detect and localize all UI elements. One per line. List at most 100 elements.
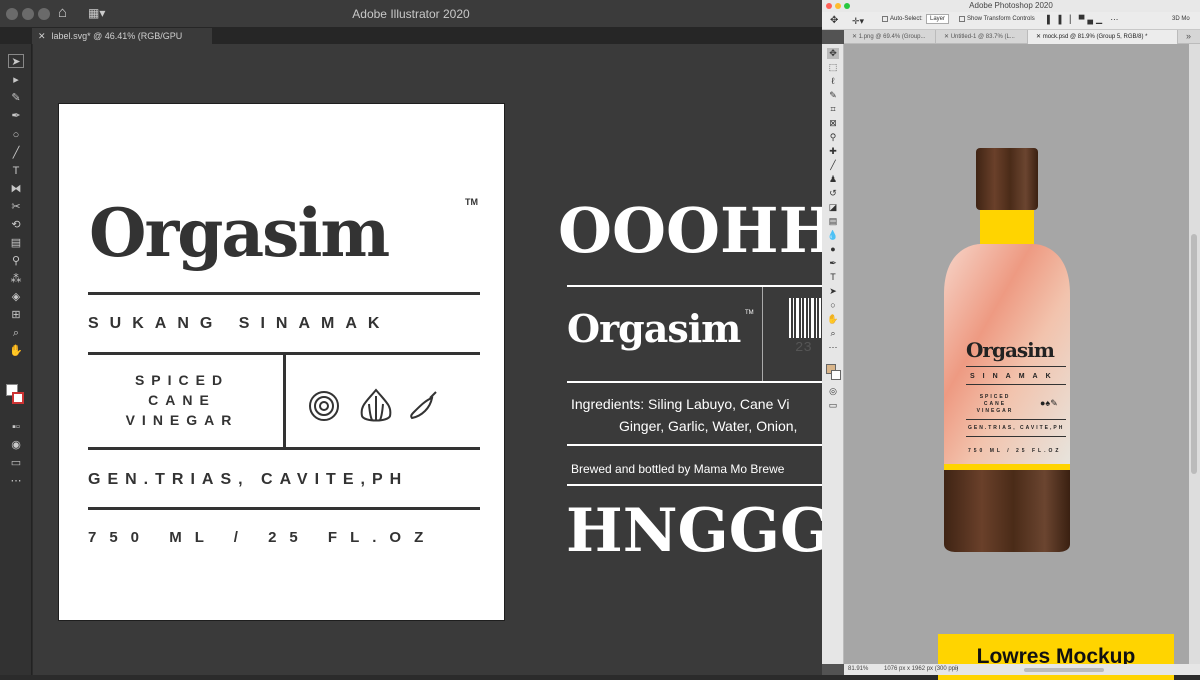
pen-tool-icon[interactable]: ✒ bbox=[827, 258, 839, 269]
hand-tool-icon[interactable]: ✋ bbox=[827, 314, 839, 325]
zoom-tool-icon[interactable]: ⌕ bbox=[827, 328, 839, 339]
quick-select-tool-icon[interactable]: ✎ bbox=[827, 90, 839, 101]
bottle-yellow-stripe bbox=[944, 464, 1070, 470]
window-title: Adobe Illustrator 2020 bbox=[352, 7, 470, 21]
divider bbox=[567, 444, 822, 446]
shape-builder-tool-icon[interactable]: ◈ bbox=[8, 290, 24, 304]
bottle-product-3: VINEGAR bbox=[976, 408, 1014, 414]
auto-select-checkbox[interactable] bbox=[882, 16, 888, 22]
divider bbox=[567, 285, 822, 287]
artboard-tool-icon[interactable]: ⊞ bbox=[8, 308, 24, 322]
auto-select-dropdown[interactable]: Layer bbox=[926, 14, 950, 24]
brush-tool-icon[interactable]: ╱ bbox=[8, 146, 24, 160]
vertical-scrollbar[interactable] bbox=[1189, 44, 1200, 664]
illustrator-titlebar: ⌂ ▦▾ Adobe Illustrator 2020 bbox=[0, 0, 822, 28]
reflect-tool-icon[interactable]: ⧓ bbox=[8, 182, 24, 196]
close-tab-icon[interactable]: ✕ bbox=[38, 31, 46, 41]
eyedropper-tool-icon[interactable]: ⚲ bbox=[827, 132, 839, 143]
more-tools-icon[interactable]: ⋯ bbox=[8, 474, 24, 488]
options-bar: ✥ ✛▾ Auto-Select: Layer Show Transform C… bbox=[822, 12, 1200, 30]
bottle-origin: GEN.TRIAS, CAVITE,PH bbox=[968, 425, 1065, 431]
eyedropper-tool-icon[interactable]: ⚲ bbox=[8, 254, 24, 268]
free-transform-tool-icon[interactable]: ⟲ bbox=[8, 218, 24, 232]
transform-controls-label: Show Transform Controls bbox=[967, 16, 1035, 22]
bottle-base bbox=[944, 470, 1070, 552]
gradient-tool-icon[interactable]: ▤ bbox=[827, 216, 839, 227]
auto-select-label: Auto-Select: bbox=[890, 16, 923, 22]
zoom-tool-icon[interactable]: ⌕ bbox=[8, 326, 24, 340]
move-tool-icon[interactable]: ✥ bbox=[827, 48, 839, 59]
background-color-swatch[interactable] bbox=[831, 370, 841, 380]
zoom-level[interactable]: 81.91% bbox=[848, 664, 868, 675]
eraser-tool-icon[interactable]: ◪ bbox=[827, 202, 839, 213]
divider bbox=[966, 366, 1066, 367]
symbol-sprayer-tool-icon[interactable]: ⁂ bbox=[8, 272, 24, 286]
status-menu-icon[interactable]: › bbox=[956, 664, 958, 675]
photoshop-canvas[interactable]: Orgasim SINAMAK SPICED CANE VINEGAR ●♠✎ … bbox=[844, 44, 1189, 680]
illustrator-canvas[interactable]: Orgasim TM SUKANG SINAMAK SPICED CANE VI… bbox=[33, 44, 822, 675]
color-mode-icon[interactable]: ▪▫ bbox=[8, 420, 24, 434]
history-brush-icon[interactable]: ↺ bbox=[827, 188, 839, 199]
gradient-tool-icon[interactable]: ▤ bbox=[8, 236, 24, 250]
tab-overflow-icon[interactable]: » bbox=[1186, 31, 1191, 41]
tab-mock-psd[interactable]: ✕ mock.psd @ 81.9% (Group 5, RGB/8) * bbox=[1028, 30, 1178, 44]
lasso-tool-icon[interactable]: ℓ bbox=[827, 76, 839, 87]
tab-untitled-1[interactable]: ✕ Untitled-1 @ 83.7% (L... bbox=[936, 30, 1028, 44]
shape-tool-icon[interactable]: ○ bbox=[827, 300, 839, 311]
divider bbox=[88, 507, 480, 510]
back-label-artboard[interactable]: OOOHH Orgasim TM 23 Ingredients: Siling … bbox=[533, 44, 822, 675]
screen-mode-icon[interactable]: ▭ bbox=[827, 400, 839, 411]
divider bbox=[966, 419, 1066, 420]
curvature-tool-icon[interactable]: ✎ bbox=[8, 91, 24, 105]
document-tab[interactable]: ✕label.svg* @ 46.41% (RGB/GPU Preview) bbox=[32, 28, 212, 57]
tab-1png[interactable]: ✕ 1.png @ 69.4% (Group... bbox=[844, 30, 936, 44]
scrollbar-thumb[interactable] bbox=[1191, 234, 1197, 474]
close-tab-icon[interactable]: ✕ bbox=[852, 34, 859, 40]
align-icons[interactable]: ▌▐▕ ▀▄▁ ⋯ bbox=[1047, 15, 1121, 24]
product-line-2: CANE bbox=[148, 392, 216, 408]
more-tools-icon[interactable]: ⋯ bbox=[827, 342, 839, 353]
bottle-neck-band bbox=[980, 210, 1034, 244]
hand-tool-icon[interactable]: ✋ bbox=[8, 344, 24, 358]
type-tool-icon[interactable]: T bbox=[8, 164, 24, 178]
document-size: 1076 px x 1962 px (300 ppi) bbox=[884, 666, 959, 672]
ps-tools-panel: ✥ ⬚ ℓ ✎ ⌗ ⊠ ⚲ ✚ ╱ ♟ ↺ ◪ ▤ 💧 ● ✒ T ➤ ○ ✋ … bbox=[822, 44, 844, 664]
document-tabs: ✕ 1.png @ 69.4% (Group... ✕ Untitled-1 @… bbox=[844, 30, 1200, 44]
pen-tool-icon[interactable]: ✒ bbox=[8, 109, 24, 123]
horizontal-scrollbar[interactable] bbox=[1024, 668, 1104, 672]
brush-tool-icon[interactable]: ╱ bbox=[827, 160, 839, 171]
draw-mode-icon[interactable]: ◉ bbox=[8, 438, 24, 452]
close-tab-icon[interactable]: ✕ bbox=[944, 34, 951, 40]
scissors-tool-icon[interactable]: ✂ bbox=[8, 200, 24, 214]
path-select-tool-icon[interactable]: ➤ bbox=[827, 286, 839, 297]
type-tool-icon[interactable]: T bbox=[827, 272, 839, 283]
marquee-tool-icon[interactable]: ⬚ bbox=[827, 62, 839, 73]
ingredient-icons bbox=[309, 388, 437, 422]
close-tab-icon[interactable]: ✕ bbox=[1036, 34, 1043, 40]
tab-label: Untitled-1 @ 83.7% (L... bbox=[950, 34, 1015, 40]
selection-tool-icon[interactable]: ➤ bbox=[8, 54, 24, 68]
ellipse-tool-icon[interactable]: ○ bbox=[8, 128, 24, 142]
frame-tool-icon[interactable]: ⊠ bbox=[827, 118, 839, 129]
screen-mode-icon[interactable]: ▭ bbox=[8, 456, 24, 470]
back-trademark: TM bbox=[745, 310, 754, 316]
direct-selection-tool-icon[interactable]: ▸ bbox=[8, 73, 24, 87]
transform-controls-checkbox[interactable] bbox=[959, 16, 965, 22]
front-label-artboard[interactable]: Orgasim TM SUKANG SINAMAK SPICED CANE VI… bbox=[58, 103, 505, 621]
move-tool-icon[interactable]: ✥ bbox=[830, 15, 838, 26]
healing-tool-icon[interactable]: ✚ bbox=[827, 146, 839, 157]
divider bbox=[567, 381, 822, 383]
back-headline: OOOHH bbox=[558, 194, 822, 267]
tool-preset-icon[interactable]: ✛▾ bbox=[852, 16, 864, 27]
bottle-product-2: CANE bbox=[983, 401, 1007, 407]
stroke-swatch[interactable] bbox=[12, 392, 24, 404]
blur-tool-icon[interactable]: 💧 bbox=[827, 230, 839, 241]
quick-mask-icon[interactable]: ◎ bbox=[827, 386, 839, 397]
bottle-brand: Orgasim bbox=[966, 338, 1055, 362]
ingredients-line-1: Ingredients: Siling Labuyo, Cane Vi bbox=[571, 396, 790, 412]
tab-label: 1.png @ 69.4% (Group... bbox=[858, 34, 926, 40]
crop-tool-icon[interactable]: ⌗ bbox=[827, 104, 839, 115]
stamp-tool-icon[interactable]: ♟ bbox=[827, 174, 839, 185]
dodge-tool-icon[interactable]: ● bbox=[827, 244, 839, 255]
product-line-3: VINEGAR bbox=[125, 412, 239, 428]
